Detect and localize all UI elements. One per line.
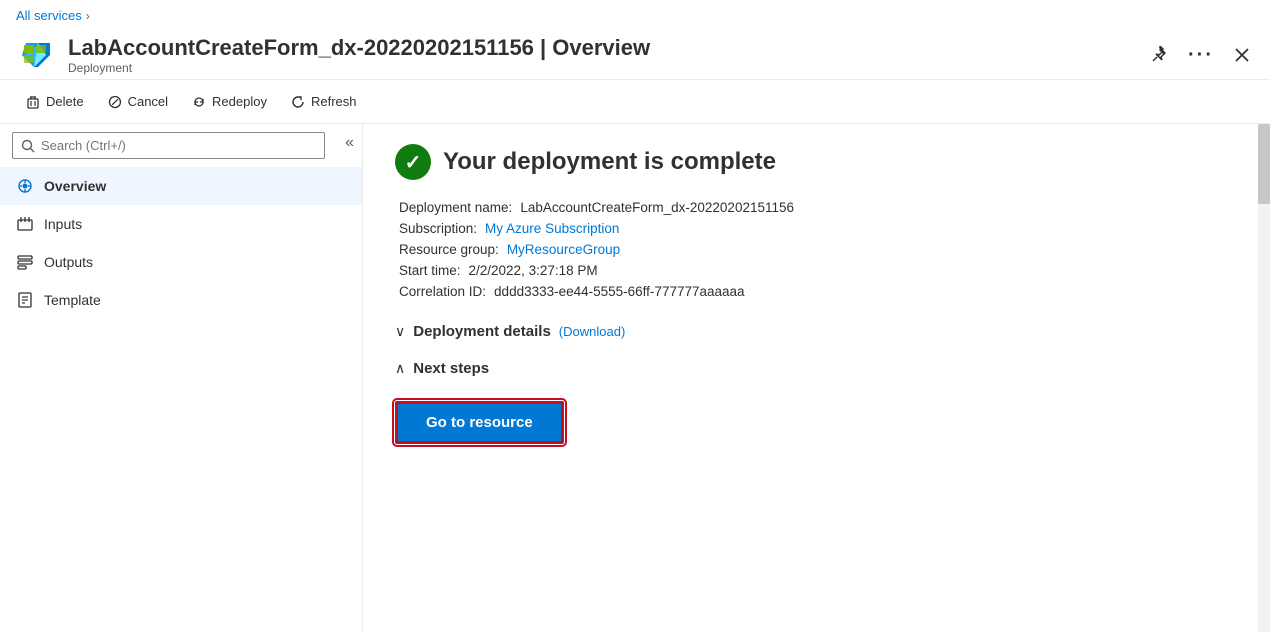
resource-group-row: Resource group: MyResourceGroup (399, 242, 1238, 257)
redeploy-label: Redeploy (212, 94, 267, 109)
go-to-resource-button[interactable]: Go to resource (395, 401, 564, 444)
toolbar: Delete Cancel Redeploy Refresh (0, 80, 1270, 124)
delete-button[interactable]: Delete (16, 88, 94, 115)
deployment-details-section-header[interactable]: ∨ Deployment details (Download) (395, 323, 1238, 340)
search-icon (21, 139, 35, 153)
overview-icon (16, 177, 34, 195)
close-button[interactable] (1230, 43, 1254, 67)
sidebar-item-inputs[interactable]: Inputs (0, 205, 362, 243)
next-steps-chevron: ∧ (395, 360, 405, 377)
scrollbar-thumb[interactable] (1258, 124, 1270, 204)
pin-button[interactable] (1146, 42, 1172, 68)
refresh-button[interactable]: Refresh (281, 88, 367, 115)
success-icon: ✓ (395, 144, 431, 180)
azure-svg (16, 35, 56, 75)
search-input[interactable] (41, 138, 316, 153)
deployment-name-row: Deployment name: LabAccountCreateForm_dx… (399, 200, 1238, 215)
page-header: LabAccountCreateForm_dx-20220202151156 |… (0, 31, 1270, 80)
next-steps-section: ∧ Next steps Go to resource (395, 360, 1238, 444)
close-icon (1234, 47, 1250, 63)
deployment-details-title: Deployment details (413, 323, 551, 340)
checkmark: ✓ (405, 150, 422, 175)
collapse-sidebar-button[interactable]: « (337, 130, 362, 156)
sidebar-outputs-label: Outputs (44, 254, 93, 270)
download-link[interactable]: (Download) (559, 324, 625, 339)
refresh-icon (291, 95, 305, 109)
details-grid: Deployment name: LabAccountCreateForm_dx… (395, 200, 1238, 299)
refresh-label: Refresh (311, 94, 357, 109)
resource-group-link[interactable]: MyResourceGroup (507, 242, 620, 257)
cancel-label: Cancel (128, 94, 168, 109)
subscription-link[interactable]: My Azure Subscription (485, 221, 619, 236)
resource-group-label: Resource group: (399, 242, 499, 257)
breadcrumb-chevron: › (86, 9, 90, 23)
pin-icon (1150, 46, 1168, 64)
sidebar: « Overview Inputs Outputs Template (0, 124, 363, 632)
scrollbar-track (1258, 124, 1270, 632)
correlation-id-value: dddd3333-ee44-5555-66ff-777777aaaaaa (494, 284, 744, 299)
deployment-complete-title: Your deployment is complete (443, 148, 776, 176)
sidebar-item-template[interactable]: Template (0, 281, 362, 319)
azure-logo-icon (16, 35, 56, 75)
correlation-id-label: Correlation ID: (399, 284, 486, 299)
deployment-name-value: LabAccountCreateForm_dx-20220202151156 (520, 200, 794, 215)
ellipsis-icon: ··· (1188, 44, 1214, 67)
cancel-icon (108, 95, 122, 109)
next-steps-title: Next steps (413, 360, 489, 377)
title-block: LabAccountCreateForm_dx-20220202151156 |… (68, 35, 1134, 75)
delete-icon (26, 95, 40, 109)
next-steps-header[interactable]: ∧ Next steps (395, 360, 1238, 377)
inputs-icon (16, 215, 34, 233)
correlation-id-row: Correlation ID: dddd3333-ee44-5555-66ff-… (399, 284, 1238, 299)
start-time-label: Start time: (399, 263, 461, 278)
subscription-label: Subscription: (399, 221, 477, 236)
page-subtitle: Deployment (68, 61, 1134, 75)
sidebar-template-label: Template (44, 292, 101, 308)
search-box[interactable] (12, 132, 325, 159)
content-area: ✓ Your deployment is complete Deployment… (363, 124, 1270, 632)
sidebar-item-outputs[interactable]: Outputs (0, 243, 362, 281)
redeploy-icon (192, 95, 206, 109)
content-wrapper: ✓ Your deployment is complete Deployment… (395, 144, 1238, 444)
main-layout: « Overview Inputs Outputs Template (0, 124, 1270, 632)
search-row: « (0, 124, 362, 167)
start-time-row: Start time: 2/2/2022, 3:27:18 PM (399, 263, 1238, 278)
redeploy-button[interactable]: Redeploy (182, 88, 277, 115)
outputs-icon (16, 253, 34, 271)
subscription-row: Subscription: My Azure Subscription (399, 221, 1238, 236)
sidebar-inputs-label: Inputs (44, 216, 82, 232)
cancel-button[interactable]: Cancel (98, 88, 178, 115)
sidebar-item-overview[interactable]: Overview (0, 167, 362, 205)
header-actions: ··· (1146, 40, 1254, 71)
template-icon (16, 291, 34, 309)
delete-label: Delete (46, 94, 84, 109)
page-title: LabAccountCreateForm_dx-20220202151156 |… (68, 35, 1134, 61)
start-time-value: 2/2/2022, 3:27:18 PM (469, 263, 598, 278)
sidebar-overview-label: Overview (44, 178, 106, 194)
deployment-name-label: Deployment name: (399, 200, 512, 215)
more-button[interactable]: ··· (1184, 40, 1218, 71)
deployment-details-chevron: ∨ (395, 323, 405, 340)
breadcrumb: All services › (0, 0, 1270, 31)
all-services-link[interactable]: All services (16, 8, 82, 23)
deployment-status: ✓ Your deployment is complete (395, 144, 1238, 180)
